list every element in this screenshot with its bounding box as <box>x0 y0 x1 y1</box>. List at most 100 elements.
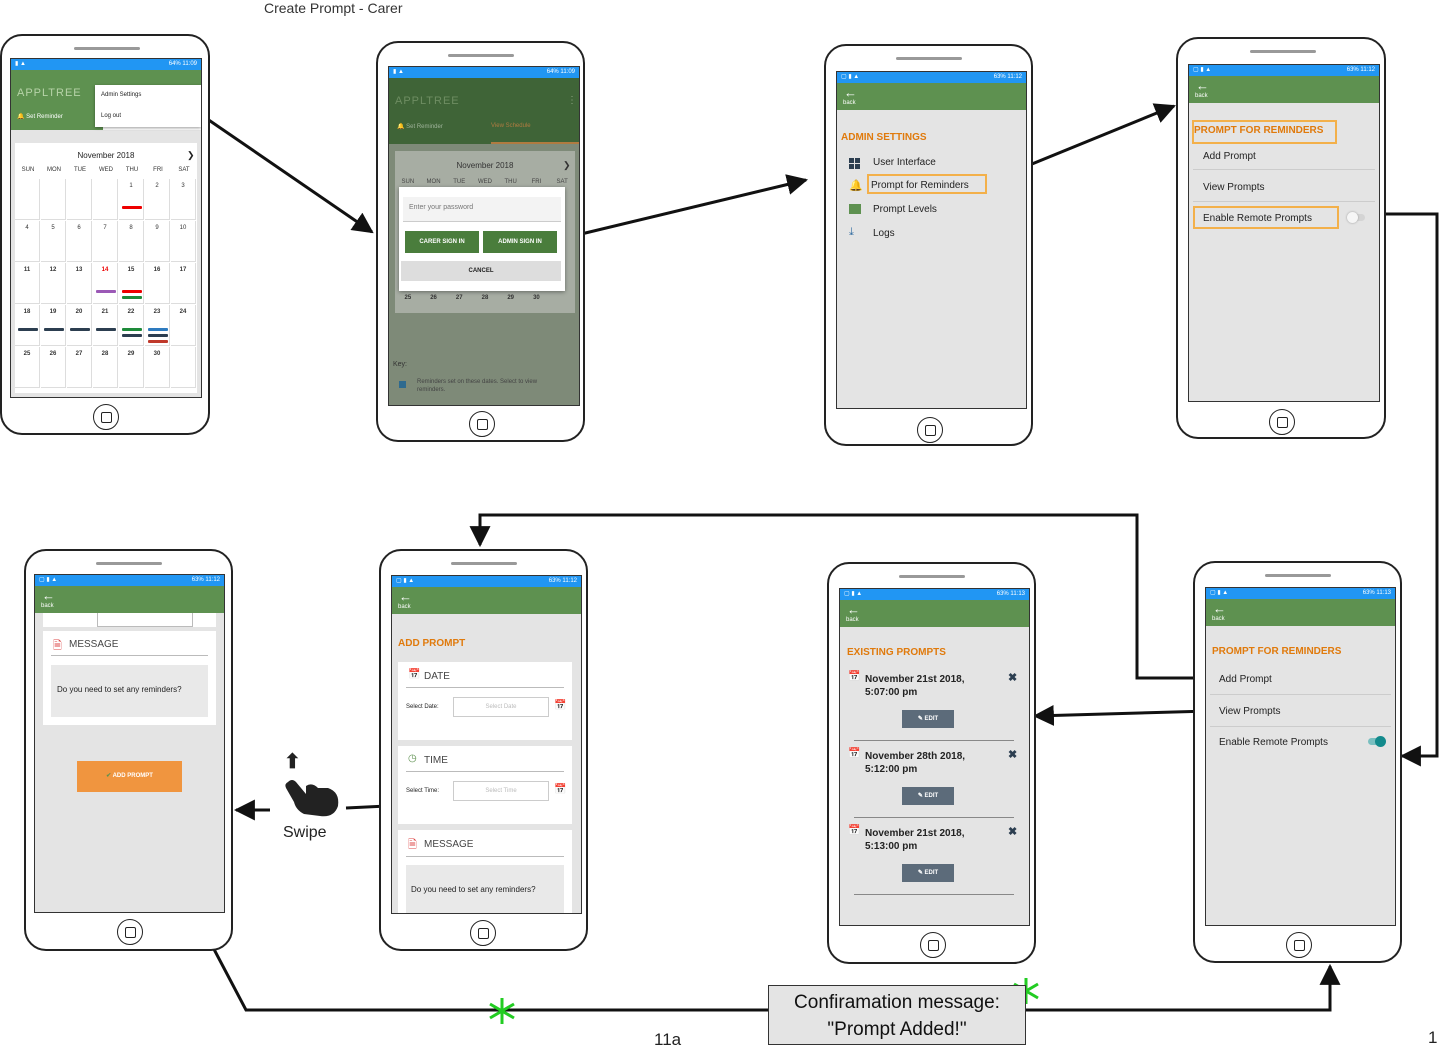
message-box[interactable]: Do you need to set any reminders? <box>406 865 564 913</box>
calendar-day[interactable]: 12 <box>41 263 66 304</box>
calendar-day[interactable]: 24 <box>171 305 196 346</box>
back-arrow-icon[interactable]: ← <box>1196 79 1209 92</box>
prompt-item-view-prompts[interactable]: View Prompts <box>1203 182 1265 193</box>
prompt-item-view-prompts[interactable]: View Prompts <box>1219 706 1281 717</box>
settings-item-prompt-levels[interactable]: Prompt Levels <box>873 204 937 215</box>
calendar-day[interactable]: 27 <box>446 295 472 301</box>
calendar-day[interactable]: 25 <box>395 295 421 301</box>
reminder-marker <box>18 328 38 331</box>
calendar-day[interactable]: 13 <box>67 263 92 304</box>
calendar-day <box>41 179 66 220</box>
home-button[interactable] <box>93 404 119 430</box>
calendar-day[interactable]: 27 <box>67 347 92 388</box>
calendar-day[interactable]: 5 <box>41 221 66 262</box>
back-label[interactable]: back <box>1212 616 1225 622</box>
back-label[interactable]: back <box>398 604 411 610</box>
back-arrow-icon[interactable]: ← <box>844 86 857 99</box>
calendar-day[interactable]: 1 <box>119 179 144 220</box>
confirmation-message: Confiramation message: "Prompt Added!" <box>794 992 1000 1040</box>
back-arrow-icon[interactable]: ← <box>399 590 412 603</box>
calendar-month: November 2018 <box>77 151 135 160</box>
remote-prompts-toggle[interactable] <box>1347 212 1365 223</box>
calendar-day[interactable]: 18 <box>15 305 40 346</box>
settings-item-logs[interactable]: Logs <box>873 228 895 239</box>
password-input[interactable]: Enter your password <box>403 197 561 222</box>
carer-sign-in-button[interactable]: CARER SIGN IN <box>405 231 479 253</box>
calendar-day[interactable]: 3 <box>171 179 196 220</box>
prompt-item-add-prompt[interactable]: Add Prompt <box>1203 151 1256 162</box>
calendar-day[interactable]: 19 <box>41 305 66 346</box>
back-label[interactable]: back <box>846 617 859 623</box>
calendar-day[interactable]: 17 <box>171 263 196 304</box>
calendar-day[interactable]: 9 <box>145 221 170 262</box>
back-label[interactable]: back <box>843 100 856 106</box>
delete-icon[interactable]: ✖ <box>1008 671 1017 684</box>
delete-icon[interactable]: ✖ <box>1008 825 1017 838</box>
menu-log-out[interactable]: Log out <box>101 113 121 119</box>
tab-set-reminder[interactable]: 🔔 Set Reminder <box>17 113 63 120</box>
calendar-day[interactable]: 6 <box>67 221 92 262</box>
calendar-day[interactable]: 30 <box>524 295 550 301</box>
calendar-day[interactable]: 7 <box>93 221 118 262</box>
back-label[interactable]: back <box>1195 93 1208 99</box>
prompt-item-add-prompt[interactable]: Add Prompt <box>1219 674 1272 685</box>
reminder-marker <box>96 328 116 331</box>
select-time-input[interactable]: Select Time <box>453 781 549 801</box>
select-date-input[interactable]: Select Date <box>453 697 549 717</box>
settings-item-prompt-for-reminders[interactable]: Prompt for Reminders <box>871 180 969 191</box>
time-picker-icon[interactable]: 📅 <box>554 784 566 795</box>
calendar-day[interactable]: 22 <box>119 305 144 346</box>
status-bar: ▢ ▮ ▲ 63% 11:12 <box>1189 65 1379 76</box>
home-button[interactable] <box>920 932 946 958</box>
home-button[interactable] <box>1286 932 1312 958</box>
home-button[interactable] <box>117 919 143 945</box>
admin-sign-in-button[interactable]: ADMIN SIGN IN <box>483 231 557 253</box>
weekday-header: MON <box>47 167 61 173</box>
delete-icon[interactable]: ✖ <box>1008 748 1017 761</box>
calendar-day[interactable]: 2 <box>145 179 170 220</box>
calendar-day[interactable]: 26 <box>41 347 66 388</box>
calendar-day[interactable]: 20 <box>67 305 92 346</box>
phone-prompt-reminders-on: ▢ ▮ ▲ 63% 11:13 ← back PROMPT FOR REMINDE… <box>1193 561 1402 963</box>
calendar-day[interactable]: 16 <box>145 263 170 304</box>
edit-button[interactable]: ✎ EDIT <box>902 787 954 805</box>
edit-button[interactable]: ✎ EDIT <box>902 864 954 882</box>
edit-button[interactable]: ✎ EDIT <box>902 710 954 728</box>
menu-admin-settings[interactable]: Admin Settings <box>101 92 141 98</box>
remote-prompts-toggle[interactable] <box>1368 736 1386 747</box>
calendar-day[interactable]: 26 <box>421 295 447 301</box>
date-picker-icon[interactable]: 📅 <box>554 700 566 711</box>
cancel-button[interactable]: CANCEL <box>401 261 561 281</box>
settings-item-user-interface[interactable]: User Interface <box>873 157 936 168</box>
calendar-day[interactable]: 28 <box>93 347 118 388</box>
calendar-day[interactable]: 28 <box>472 295 498 301</box>
calendar-day[interactable]: 14 <box>93 263 118 304</box>
chevron-right-icon[interactable]: ❯ <box>563 160 571 171</box>
home-button[interactable] <box>917 417 943 443</box>
back-arrow-icon[interactable]: ← <box>42 589 55 602</box>
calendar-day[interactable]: 29 <box>119 347 144 388</box>
calendar-day[interactable]: 11 <box>15 263 40 304</box>
back-label[interactable]: back <box>41 603 54 609</box>
calendar-day[interactable]: 29 <box>498 295 524 301</box>
add-prompt-button[interactable]: ✔ ADD PROMPT <box>77 761 182 792</box>
home-button[interactable] <box>470 920 496 946</box>
phone-admin-settings: ▢ ▮ ▲ 63% 11:12 ← back ADMIN SETTINGS Use… <box>824 44 1033 446</box>
chevron-right-icon[interactable]: ❯ <box>187 150 195 161</box>
calendar-day[interactable]: 30 <box>145 347 170 388</box>
home-button[interactable] <box>1269 409 1295 435</box>
calendar-day[interactable]: 25 <box>15 347 40 388</box>
overflow-icon[interactable]: ⋮ <box>567 95 577 106</box>
calendar-day[interactable]: 21 <box>93 305 118 346</box>
back-arrow-icon[interactable]: ← <box>1213 602 1226 615</box>
calendar-day[interactable]: 4 <box>15 221 40 262</box>
calendar-day[interactable]: 8 <box>119 221 144 262</box>
message-box[interactable]: Do you need to set any reminders? <box>51 665 208 717</box>
back-arrow-icon[interactable]: ← <box>847 603 860 616</box>
home-button[interactable] <box>469 411 495 437</box>
calendar-day[interactable]: 10 <box>171 221 196 262</box>
calendar: November 2018 ❯ SUN MON TUE WED THU FRI SAT 1 2 3… <box>15 143 197 393</box>
tab-set-reminder[interactable]: 🔔 Set Reminder <box>397 123 443 130</box>
weekday-header: SAT <box>178 167 190 173</box>
tab-view-schedule[interactable]: View Schedule <box>491 123 531 129</box>
